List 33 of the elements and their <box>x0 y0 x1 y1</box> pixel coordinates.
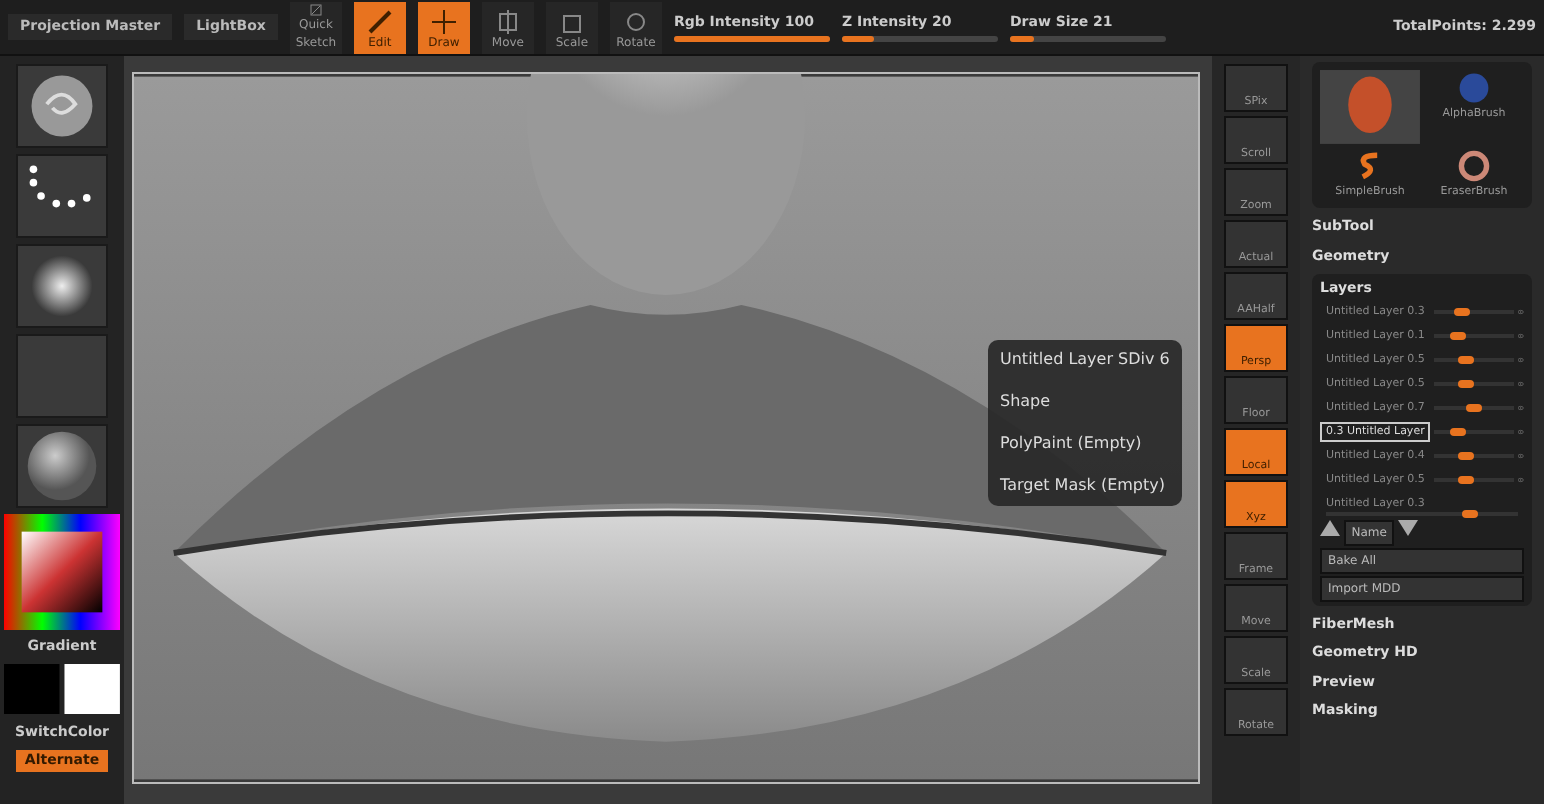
pencil-icon <box>365 9 394 33</box>
menu-item[interactable]: Target Mask (Empty) <box>1000 474 1170 498</box>
texture-thumbnail[interactable] <box>16 334 108 418</box>
slider-thumb[interactable] <box>1458 452 1475 461</box>
brush-thumbnail[interactable] <box>16 64 108 148</box>
menu-item[interactable]: Untitled Layer SDiv 6 <box>1000 348 1170 372</box>
ring-brush-icon <box>1456 147 1492 184</box>
slider-thumb[interactable] <box>1458 476 1475 485</box>
menu-item[interactable]: Shape <box>1000 390 1170 414</box>
head-model-thumbnail <box>1320 70 1420 144</box>
slider-thumb[interactable] <box>1454 308 1471 317</box>
arrow-up-icon <box>1320 519 1340 536</box>
menu-item[interactable]: PolyPaint (Empty) <box>1000 432 1170 456</box>
alpha-thumbnail[interactable] <box>16 244 108 328</box>
slider-fill[interactable] <box>673 36 830 43</box>
scale-icon <box>557 9 586 33</box>
color-swatches <box>4 663 120 714</box>
arrow-down-icon <box>1398 519 1419 536</box>
move-icon <box>493 9 522 33</box>
color-picker <box>4 514 120 630</box>
slider-thumb[interactable] <box>1450 332 1467 341</box>
slider-thumb[interactable] <box>1450 428 1467 437</box>
material-thumbnail[interactable] <box>16 424 108 508</box>
crosshair-icon <box>429 9 458 33</box>
rotate-icon <box>621 9 650 33</box>
slider-fill[interactable] <box>841 36 874 43</box>
slider-thumb[interactable] <box>1458 356 1475 365</box>
sphere-brush-icon <box>1456 70 1492 106</box>
slider-thumb[interactable] <box>1466 404 1483 413</box>
slider-thumb[interactable] <box>1461 509 1477 518</box>
slider-thumb[interactable] <box>1458 380 1475 389</box>
slider-fill[interactable] <box>1009 36 1034 43</box>
stroke-thumbnail[interactable] <box>16 154 108 238</box>
